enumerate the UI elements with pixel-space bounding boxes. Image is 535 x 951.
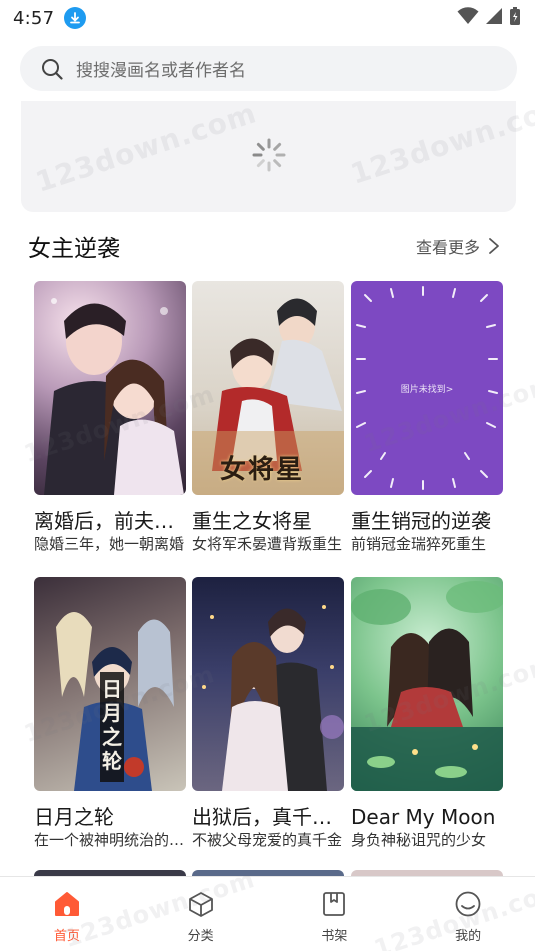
comic-description: 在一个被神明统治的世界 (34, 831, 186, 849)
comic-title: 离婚后，前夫他追妻火葬场 (34, 509, 186, 533)
nav-label: 书架 (321, 929, 348, 944)
see-more-link[interactable]: 查看更多 (416, 234, 500, 258)
comic-description: 身负神秘诅咒的少女 (351, 831, 487, 849)
search-icon (40, 57, 64, 81)
status-bar: 4:57 (0, 0, 535, 36)
nav-home[interactable]: 首页 (0, 877, 134, 951)
profile-icon (453, 889, 483, 919)
nav-bookshelf[interactable]: 书架 (268, 877, 402, 951)
comic-title: Dear My Moon (351, 805, 496, 829)
see-more-label: 查看更多 (416, 238, 481, 257)
comic-card[interactable]: 日月之轮 日月之轮 在一个被神明统治的世界 (34, 577, 186, 850)
bottom-navigation: 首页 分类 书架 我的 (0, 876, 535, 951)
nav-label: 首页 (53, 929, 80, 944)
comic-cover (34, 281, 186, 495)
comic-cover: 日月之轮 (34, 577, 186, 791)
cover-logo-text: 女将星 (220, 455, 305, 485)
section-title: 女主逆袭 (28, 236, 120, 262)
comic-cover (192, 577, 344, 791)
placeholder-text: 图片未找到> (400, 384, 454, 395)
search-input[interactable]: 搜搜漫画名或者作者名 (20, 46, 517, 91)
comic-card[interactable]: 离婚后，前夫他追妻火葬场 隐婚三年，她一朝离婚 (34, 281, 186, 554)
comic-cover: 女将星 (192, 281, 344, 495)
nav-label: 我的 (455, 929, 482, 944)
comic-description: 隐婚三年，她一朝离婚 (34, 535, 185, 553)
bookshelf-icon (319, 889, 349, 919)
cellular-signal-icon (485, 7, 503, 29)
comic-description: 女将军禾晏遭背叛重生 (192, 535, 343, 553)
cover-logo-text: 日月之轮 (102, 677, 122, 773)
watermark: 123down.com (31, 96, 261, 199)
comic-title: 日月之轮 (34, 805, 114, 829)
comic-title: 重生销冠的逆袭 (351, 509, 491, 533)
home-icon (52, 889, 82, 919)
comic-description: 不被父母宠爱的真千金 (192, 831, 343, 849)
comic-cover-placeholder: 图片未找到> (351, 281, 503, 495)
comic-title: 重生之女将星 (192, 509, 312, 533)
watermark: 123down.com (346, 88, 535, 191)
nav-category[interactable]: 分类 (134, 877, 268, 951)
search-placeholder: 搜搜漫画名或者作者名 (76, 61, 246, 81)
nav-label: 分类 (187, 929, 214, 944)
banner-carousel[interactable]: 123down.com 123down.com (21, 88, 535, 212)
comic-card[interactable]: Dear My Moon 身负神秘诅咒的少女 (351, 577, 503, 850)
comic-description: 前销冠金瑞猝死重生 (351, 535, 487, 553)
comic-card[interactable]: 出狱后，真千金她杀疯了 不被父母宠爱的真千金 (192, 577, 344, 850)
category-cube-icon (186, 889, 216, 919)
status-time: 4:57 (13, 7, 55, 29)
comic-cover (351, 577, 503, 791)
wifi-icon (457, 7, 479, 29)
comic-card[interactable]: 女将星 重生之女将星 女将军禾晏遭背叛重生 (192, 281, 344, 554)
download-icon (64, 7, 87, 29)
battery-charging-icon (509, 6, 521, 30)
comic-card[interactable]: 图片未找到> 重生销冠的逆袭 前销冠金瑞猝死重生 (351, 281, 503, 554)
loading-spinner-icon (251, 137, 287, 177)
nav-profile[interactable]: 我的 (401, 877, 535, 951)
comic-title: 出狱后，真千金她杀疯了 (192, 805, 344, 829)
chevron-right-icon (488, 237, 500, 255)
